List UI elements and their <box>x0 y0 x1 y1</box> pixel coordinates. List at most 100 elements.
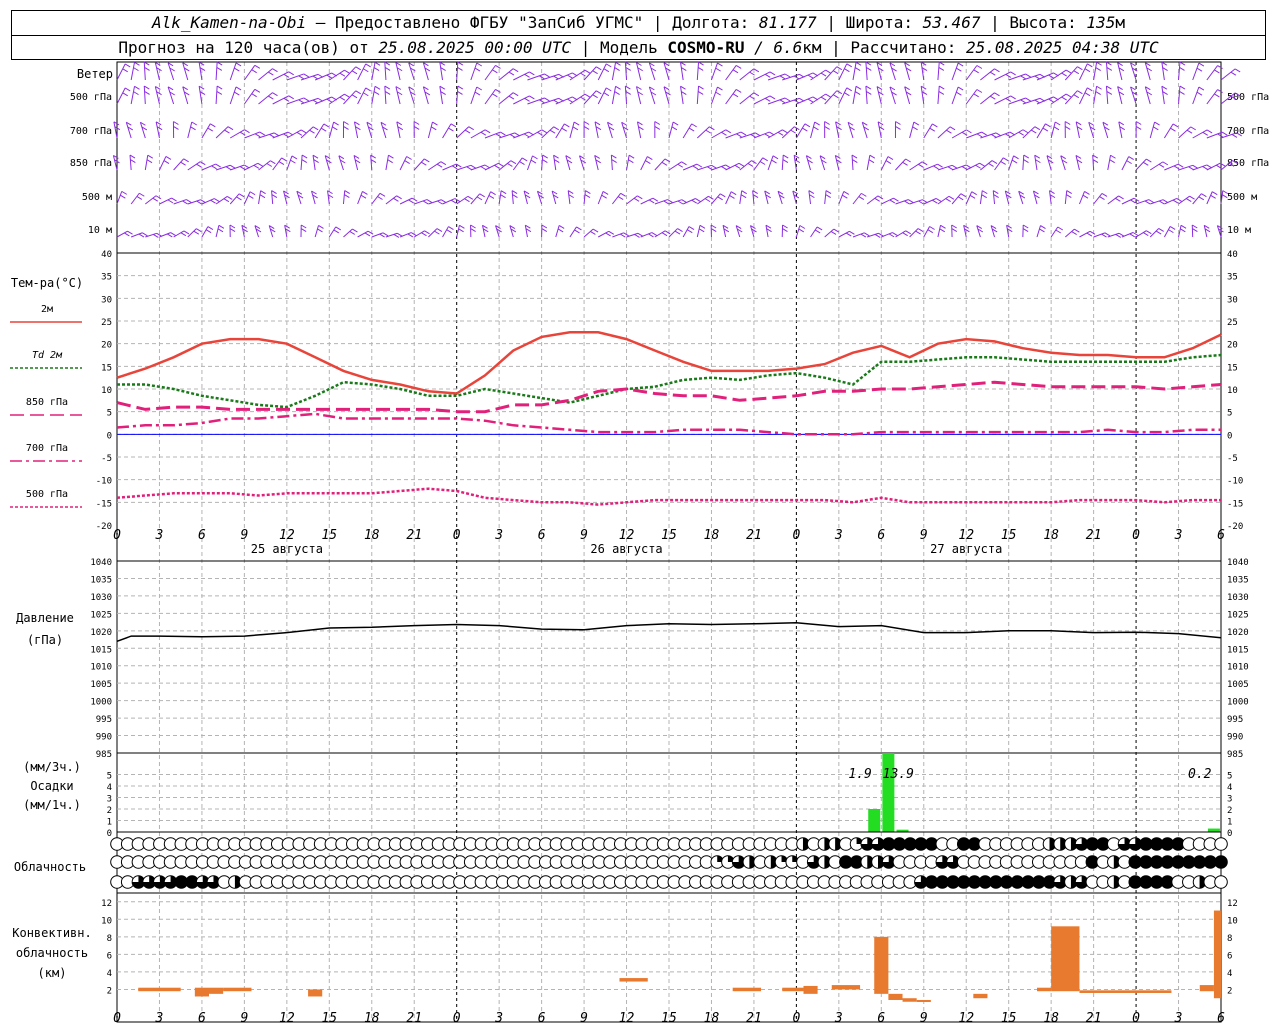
temp-ytick-left: 5 <box>107 409 112 419</box>
wind-barb <box>342 121 349 139</box>
wind-barb <box>1018 190 1026 205</box>
cloud-cover-symbol <box>1214 837 1228 851</box>
wind-barb <box>527 97 550 105</box>
wind-barb <box>1088 121 1096 139</box>
wind-barb <box>428 161 447 171</box>
wind-barb <box>668 161 687 171</box>
wind-barb <box>1178 195 1195 205</box>
precip-ytick-left: 4 <box>107 783 112 793</box>
wind-barb <box>597 87 612 105</box>
wind-barb <box>810 121 820 139</box>
convective-bar <box>619 978 648 982</box>
wind-barb <box>243 191 256 205</box>
wind-barb <box>167 62 176 81</box>
wind-barb <box>663 86 671 105</box>
wind-barb <box>636 121 644 139</box>
wind-barb <box>795 225 806 238</box>
wind-barb <box>284 224 291 238</box>
wind-barb <box>300 97 324 105</box>
day-label: 26 августа <box>590 542 662 556</box>
wind-barb <box>951 86 964 105</box>
wind-barb <box>1079 230 1096 238</box>
wind-barb <box>258 92 278 105</box>
wind-barb <box>838 87 853 105</box>
cloud-symbol-ring <box>1214 875 1228 889</box>
convective-ytick-left: 2 <box>107 986 112 996</box>
wind-barb <box>1130 86 1138 105</box>
convective-ytick-right: 12 <box>1227 899 1238 909</box>
wind-level-label: 500 гПа <box>70 92 112 103</box>
temp-ytick-right: -20 <box>1227 522 1243 532</box>
hour-tick-label: 3 <box>494 528 503 543</box>
wind-barb <box>413 121 420 139</box>
wind-barb <box>583 121 590 139</box>
wind-barb <box>338 155 346 171</box>
wind-barb <box>994 157 1009 171</box>
wind-level-label-right: 850 гПа <box>1227 158 1269 169</box>
convective-bar <box>782 987 804 992</box>
wind-barb <box>739 68 760 81</box>
wind-barb <box>312 154 319 171</box>
wind-barb <box>777 190 785 205</box>
convective-ytick-right: 6 <box>1227 951 1232 961</box>
wind-barb <box>130 61 140 81</box>
hour-tick-label: 3 <box>834 528 843 543</box>
wind-barb <box>130 192 145 205</box>
hour-tick-label-bottom: 15 <box>321 1011 337 1024</box>
day-label: 27 августа <box>930 542 1002 556</box>
wind-barb <box>159 197 177 205</box>
hour-tick-label: 9 <box>240 528 248 543</box>
pressure-ytick-right: 1010 <box>1227 663 1249 673</box>
wind-barb <box>866 195 884 205</box>
hour-tick-label: 9 <box>920 528 928 543</box>
wind-barb <box>243 64 261 81</box>
convective-bar <box>223 987 252 992</box>
wind-barb <box>767 73 791 81</box>
hour-tick-label-bottom: 12 <box>958 1011 974 1024</box>
wind-barb <box>182 86 190 105</box>
wind-barb <box>594 154 602 171</box>
wind-barb <box>513 131 534 139</box>
wind-barb <box>1203 224 1211 238</box>
wind-level-label: 500 м <box>82 192 112 203</box>
hour-tick-label: 15 <box>321 528 337 543</box>
wind-barb <box>1022 97 1046 105</box>
wind-barb <box>286 97 310 105</box>
wind-barb <box>395 86 403 105</box>
temp-ytick-left: 20 <box>101 341 112 351</box>
convective-bar <box>209 987 224 994</box>
convective-bar <box>138 987 181 992</box>
wind-barb <box>130 85 140 105</box>
precip-data-label: 13.9 <box>883 767 914 782</box>
wind-barb <box>654 121 661 139</box>
wind-barb <box>300 126 319 139</box>
wind-barb <box>795 123 811 139</box>
wind-barb <box>965 89 983 105</box>
wind-barb <box>569 226 582 238</box>
wind-barb <box>696 224 706 238</box>
wind-barb <box>182 62 190 81</box>
pressure-ytick-left: 1035 <box>90 575 112 585</box>
wind-barb <box>116 190 128 205</box>
pressure-ytick-left: 1025 <box>90 610 112 620</box>
wind-barb <box>271 190 278 205</box>
hour-tick-label: 6 <box>198 528 206 543</box>
precip-bar <box>1207 828 1220 832</box>
convective-bar <box>1079 990 1172 993</box>
pressure-axis-label: Давление <box>16 611 74 625</box>
wind-barb <box>1036 225 1046 238</box>
wind-barb <box>889 62 897 81</box>
wind-barb <box>541 224 548 238</box>
wind-barb <box>541 97 564 105</box>
wind-barb <box>852 61 862 81</box>
convective-ytick-left: 6 <box>107 951 112 961</box>
temp-ytick-left: 30 <box>101 295 112 305</box>
wind-barb <box>1117 62 1125 81</box>
wind-barb <box>739 190 747 205</box>
wind-barb <box>159 156 172 171</box>
wind-barb <box>1064 228 1080 238</box>
convective-ytick-right: 10 <box>1227 916 1238 926</box>
wind-barb <box>1008 129 1029 139</box>
hour-tick-label-bottom: 15 <box>1001 1011 1017 1024</box>
wind-barb <box>1149 161 1169 171</box>
